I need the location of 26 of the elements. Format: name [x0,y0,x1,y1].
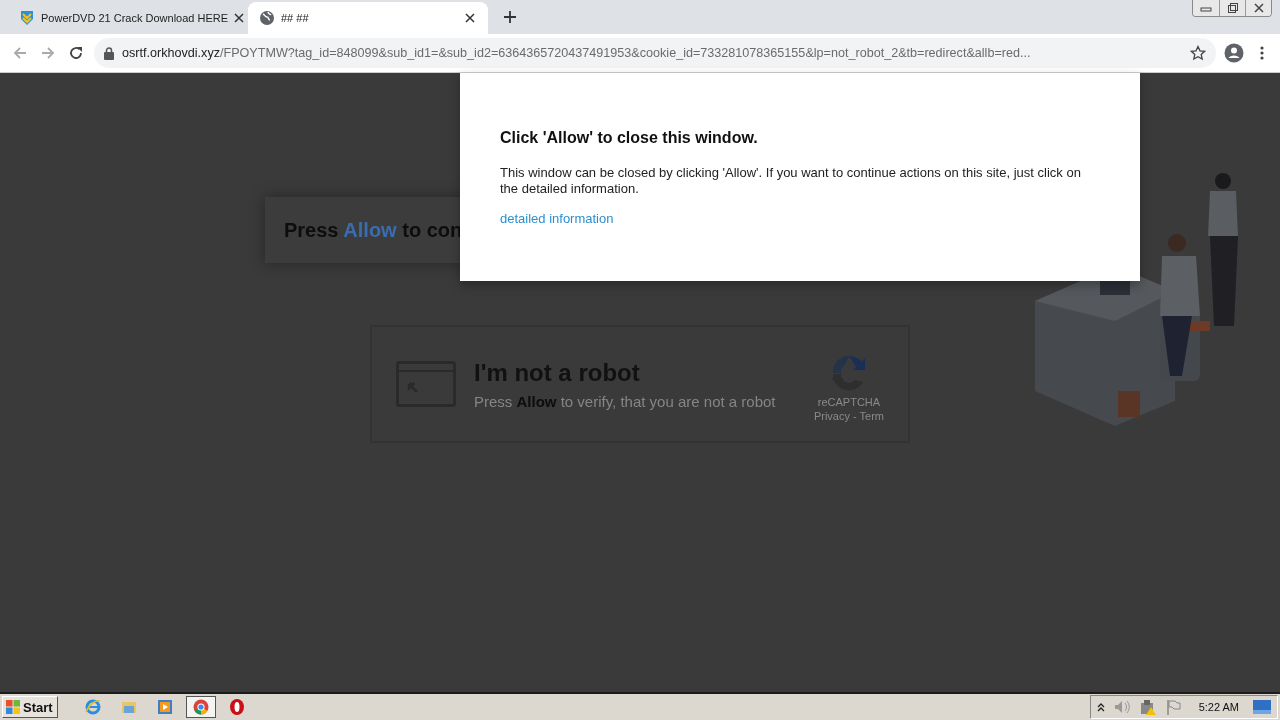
popup-message: This window can be closed by clicking 'Allow'. If you want to continue actions on this site, just click on the detailed information. [500,165,1082,197]
privacy-terms-text: Privacy - Term [813,410,884,422]
windows-logo-icon [5,699,21,715]
chrome-icon [191,698,210,716]
recaptcha-label: reCAPTCHA [817,396,881,408]
browser-e-icon [83,698,102,716]
restore-icon[interactable] [1219,0,1245,16]
play-icon [155,698,174,716]
popup-title: Click 'Allow' to close this window. [500,129,759,147]
start-button[interactable]: Start [2,696,58,718]
chevron-up-icon[interactable] [1096,702,1105,712]
close-icon[interactable] [1245,0,1271,16]
shield-icon [19,10,35,26]
url-text: osrtf.orkhovdi.xyz/FPOYTMW?tag_id=848099&sub_id1=&sub_id2=6364365720437491953&cookie_id=733281078365155&lp=not_robot_2&tb=redirect&allb=red... [122,46,1032,60]
browser-tab[interactable]: PowerDVD 21 Crack Download HERE [8,2,248,34]
network-warning-icon[interactable] [1138,699,1157,715]
lock-icon [104,46,114,60]
profile-icon[interactable] [1224,43,1244,63]
opera-icon [227,698,246,716]
star-icon[interactable] [1188,43,1208,63]
detailed-information-link[interactable]: detailed information [500,211,614,226]
taskbar-app-button[interactable] [185,696,216,718]
browser-tab[interactable]: ## ## [248,2,488,34]
address-bar[interactable]: osrtf.orkhovdi.xyz/FPOYTMW?tag_id=848099&sub_id1=&sub_id2=6364365720437491953&cookie_id=733281078365155&lp=not_robot_2&tb=redirect&allb=red... [94,38,1216,68]
clock-text: 5:22 AM [1198,701,1239,713]
globe-icon [259,10,275,26]
